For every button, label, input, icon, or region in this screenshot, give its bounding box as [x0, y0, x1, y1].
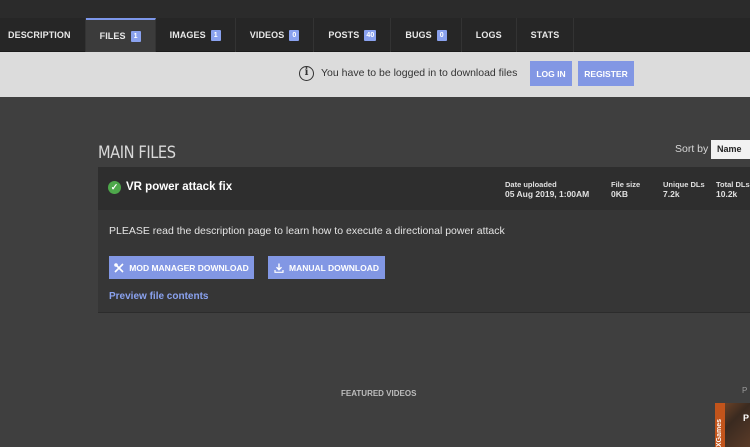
tab-label: POSTS: [328, 30, 360, 40]
manual-download-label: MANUAL DOWNLOAD: [288, 262, 380, 273]
tab-stats[interactable]: STATS: [517, 18, 575, 52]
mod-manager-download-label: MOD MANAGER DOWNLOAD: [129, 262, 249, 273]
tools-icon: [114, 262, 124, 273]
file-size-label: File size: [611, 180, 641, 189]
file-title[interactable]: VR power attack fix: [126, 181, 232, 193]
tab-label: FILES: [99, 31, 126, 41]
count-badge: 0: [289, 29, 300, 41]
date-uploaded-label: Date uploaded: [505, 180, 557, 189]
mod-manager-download-button[interactable]: MOD MANAGER DOWNLOAD: [109, 256, 254, 279]
sort-select[interactable]: Name: [711, 140, 750, 159]
top-strip: [0, 0, 750, 18]
cutoff-heading-letter: P: [742, 386, 748, 395]
tab-logs[interactable]: LOGS: [462, 18, 517, 52]
check-icon: ✓: [108, 181, 121, 194]
tab-files[interactable]: FILES 1: [85, 18, 156, 52]
tab-label: LOGS: [475, 30, 502, 40]
date-uploaded-value: 05 Aug 2019, 1:00AM: [505, 189, 590, 199]
tab-bugs[interactable]: BUGS 0: [391, 18, 462, 52]
video-thumbnail[interactable]: XGames P: [715, 403, 750, 447]
tab-label: VIDEOS: [249, 30, 285, 40]
info-icon: i: [299, 66, 314, 81]
tab-label: IMAGES: [169, 30, 206, 40]
log-in-button[interactable]: LOG IN: [530, 61, 572, 86]
manual-download-button[interactable]: MANUAL DOWNLOAD: [268, 256, 385, 279]
thumbnail-brand-text: XGames: [716, 418, 723, 447]
file-size-value: 0KB: [611, 189, 629, 199]
unique-dls-value: 7.2k: [663, 189, 680, 199]
total-dls-label: Total DLs: [716, 180, 750, 189]
mod-tabs: DESCRIPTION FILES 1 IMAGES 1 VIDEOS 0 PO…: [0, 18, 750, 52]
count-badge: 0: [436, 29, 447, 41]
preview-file-contents-link[interactable]: Preview file contents: [109, 291, 208, 302]
tab-images[interactable]: IMAGES 1: [156, 18, 236, 52]
tab-label: BUGS: [405, 30, 432, 40]
count-badge: 1: [130, 30, 141, 42]
tab-label: STATS: [530, 30, 560, 40]
file-description: PLEASE read the description page to lear…: [109, 225, 505, 237]
count-badge: 1: [210, 29, 221, 41]
sort-label: Sort by: [675, 143, 709, 155]
download-icon: [274, 263, 284, 273]
register-button[interactable]: REGISTER: [578, 61, 634, 86]
tab-videos[interactable]: VIDEOS 0: [236, 18, 315, 52]
tab-description[interactable]: DESCRIPTION: [0, 18, 86, 52]
tab-label: DESCRIPTION: [8, 30, 71, 40]
count-badge: 40: [364, 29, 377, 41]
tab-posts[interactable]: POSTS 40: [314, 18, 392, 52]
login-message: You have to be logged in to download fil…: [321, 67, 518, 79]
main-files-heading: MAIN FILES: [98, 143, 176, 163]
unique-dls-label: Unique DLs: [663, 180, 705, 189]
thumbnail-letter: P: [743, 413, 750, 423]
featured-videos-heading: FEATURED VIDEOS: [341, 389, 417, 398]
total-dls-value: 10.2k: [716, 189, 738, 199]
